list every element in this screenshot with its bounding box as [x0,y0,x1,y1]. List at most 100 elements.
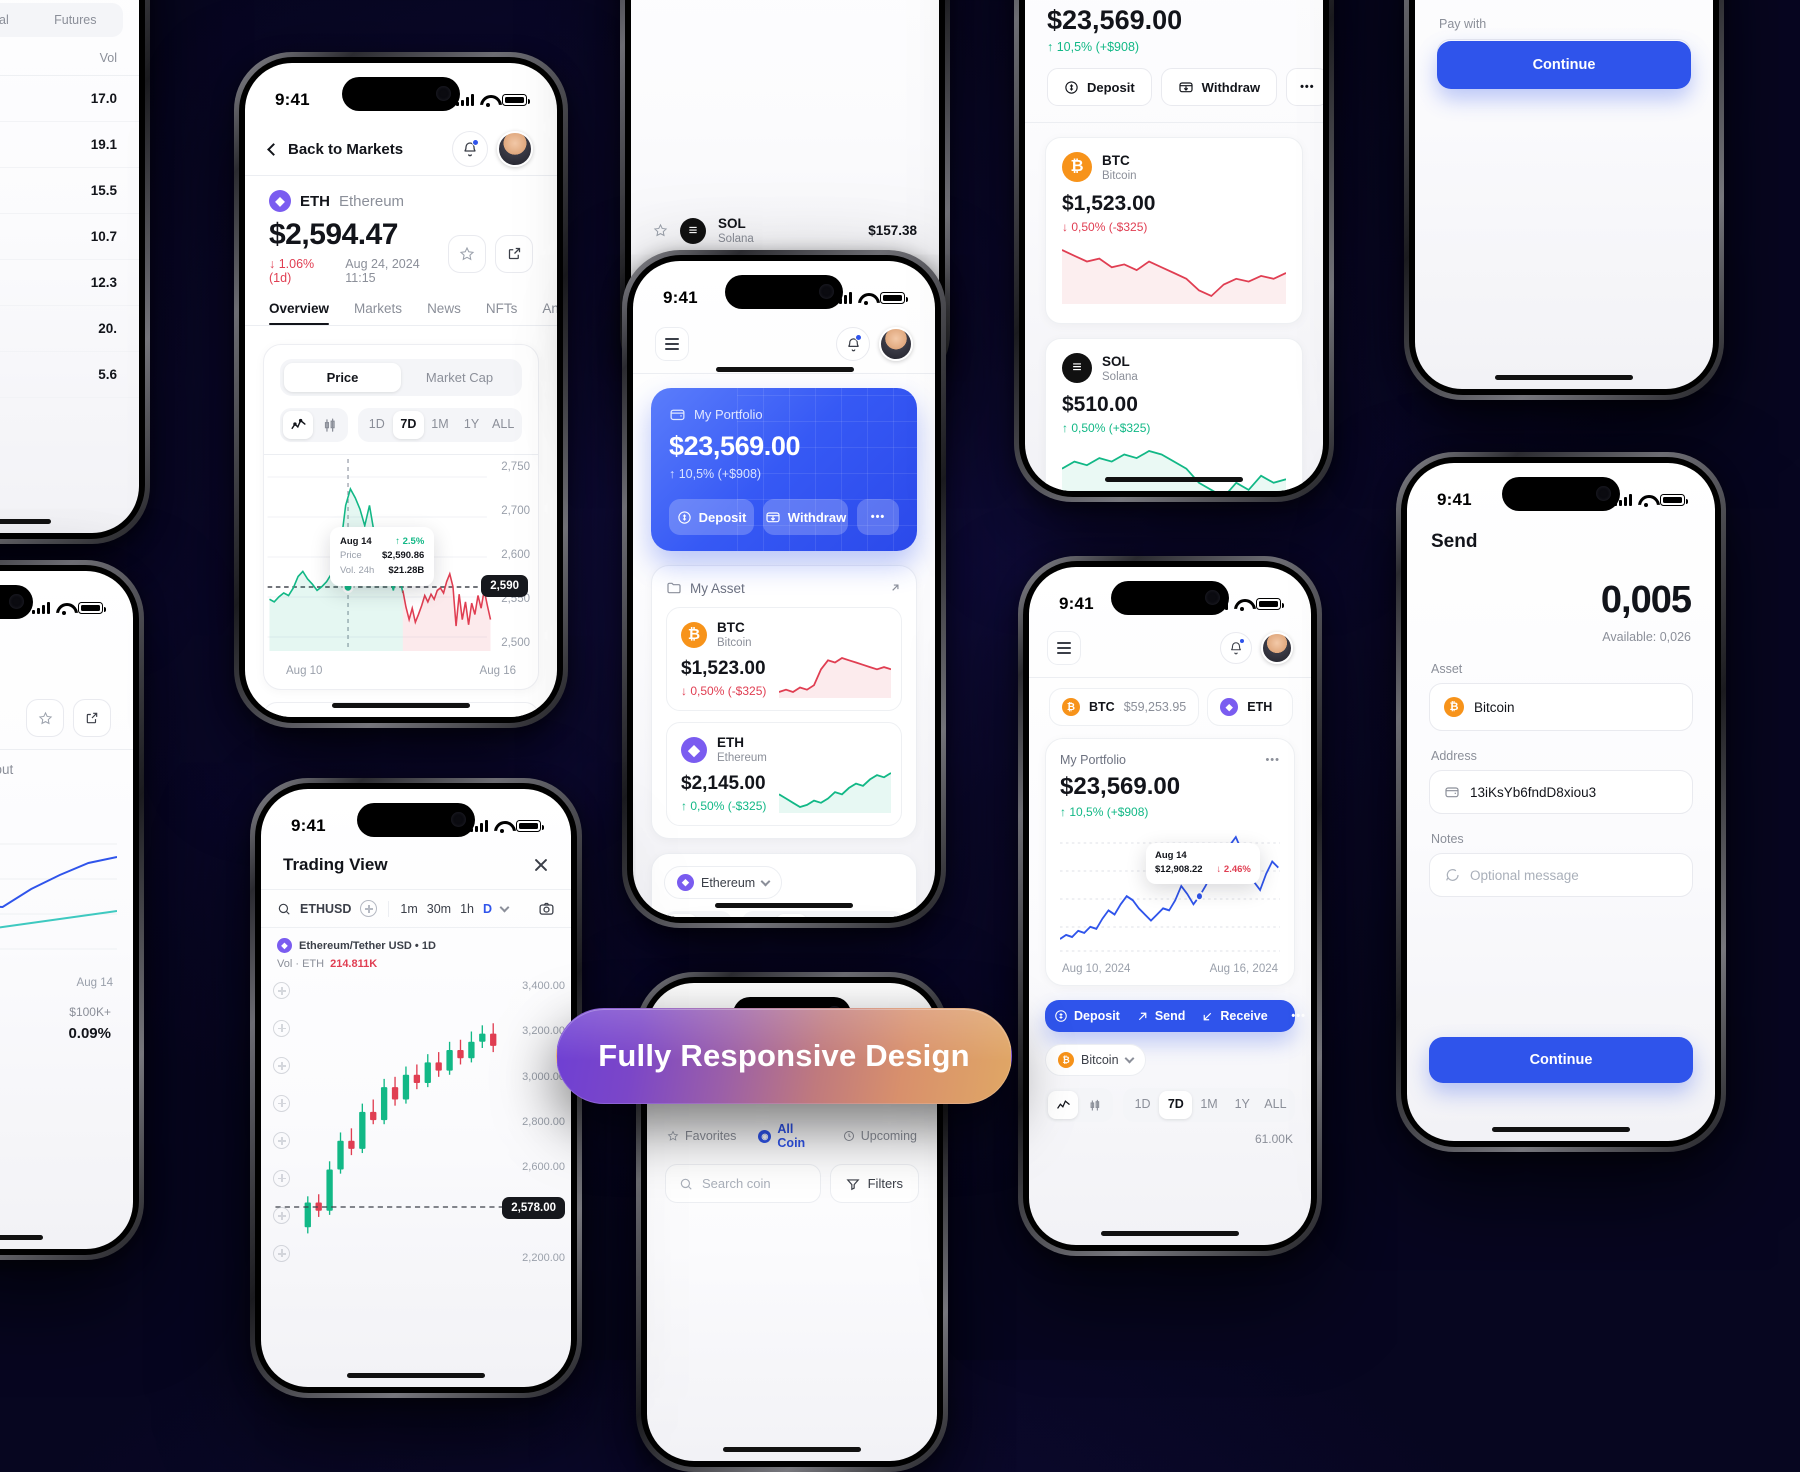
more-button[interactable]: ••• [857,499,899,535]
timeframe-1m[interactable]: 1M [807,914,838,917]
coin-card[interactable]: ₿BTCBitcoin$1,523.00↓ 0,50% (-$325) [1045,137,1303,324]
line-chart-icon[interactable] [283,411,313,439]
timeframe-7d[interactable]: 7D [1159,1091,1192,1119]
segment-futures[interactable]: Futures [31,6,120,34]
filters-button[interactable]: Filters [830,1164,919,1203]
asset-selector[interactable]: ₿ Bitcoin [1045,1044,1146,1076]
interval-d[interactable]: D [483,902,492,916]
timeframe-1y[interactable]: 1Y [456,411,488,439]
receive-button[interactable]: Receive [1201,1009,1267,1023]
add-tool-icon[interactable] [273,982,290,999]
table-row[interactable]: $2,743.225.6 [0,352,139,398]
tab-nfts[interactable]: NFTs [486,301,518,316]
add-tool-icon[interactable] [273,1057,290,1074]
search-icon[interactable] [277,902,291,916]
notifications-button[interactable] [452,131,488,167]
line-chart-icon[interactable] [1048,1091,1078,1119]
timeframe-1y[interactable]: 1Y [839,914,870,917]
tab-all-coin[interactable]: ◉ All Coin [758,1122,820,1150]
expand-icon[interactable] [888,581,902,595]
asset-card[interactable]: ◆ETHEthereum$2,145.00↑ 0,50% (-$325) [666,722,902,826]
close-icon[interactable] [533,857,549,873]
candlestick-chart-icon[interactable] [315,411,345,439]
table-row[interactable]: $2,743.2215.5 [0,168,139,214]
menu-button[interactable] [1047,631,1081,665]
notes-field[interactable]: Optional message [1429,853,1693,897]
more-button[interactable]: ••• [1284,1009,1311,1023]
send-button[interactable]: Send [1136,1009,1186,1023]
symbol-label[interactable]: ETHUSD [300,902,351,916]
menu-button[interactable] [655,327,689,361]
timeframe-all[interactable]: ALL [1259,1091,1292,1119]
withdraw-button[interactable]: Withdraw [1161,68,1277,106]
line-chart-icon[interactable] [667,914,697,917]
avatar[interactable] [497,131,533,167]
timeframe-7d[interactable]: 7D [776,914,807,917]
tab-upcoming[interactable]: Upcoming [843,1122,917,1150]
add-tool-icon[interactable] [273,1170,290,1187]
address-field[interactable]: 13iKsYb6fndD8xiou3 [1429,770,1693,814]
tab-eth[interactable]: ◆ ETH [1207,688,1293,726]
panel-more-button[interactable]: ••• [1265,754,1280,766]
avatar[interactable] [1261,632,1293,664]
share-button[interactable] [73,699,111,737]
back-to-markets-button[interactable]: Back to Markets [269,141,403,158]
table-row[interactable]: $2,743.2220. [0,306,139,352]
segment-price[interactable]: Price [284,363,401,392]
segment-market-cap[interactable]: Market Cap [401,363,518,392]
deposit-button[interactable]: Deposit [669,499,754,535]
tab-overview[interactable]: Overview [269,301,329,316]
timeframe-all[interactable]: ALL [870,914,901,917]
more-button[interactable]: ••• [1286,68,1323,106]
notifications-button[interactable] [836,327,870,361]
tab-btc[interactable]: ₿ BTC $59,253.95 [1049,688,1199,726]
asset-card[interactable]: ₿BTCBitcoin$1,523.00↓ 0,50% (-$325) [666,607,902,711]
tab-about[interactable]: About [0,762,13,777]
notifications-button[interactable] [1220,632,1252,664]
share-button[interactable] [495,235,533,273]
timeframe-1d[interactable]: 1D [361,411,393,439]
interval-30m[interactable]: 30m [427,902,451,916]
add-tool-icon[interactable] [273,1245,290,1262]
timeframe-1y[interactable]: 1Y [1226,1091,1259,1119]
timeframe-1d[interactable]: 1D [1126,1091,1159,1119]
asset-selector[interactable]: ◆ Ethereum [664,866,782,899]
table-row[interactable]: $2,743.2210.7 [0,214,139,260]
candlestick-chart-icon[interactable] [1080,1091,1110,1119]
candlestick-chart-icon[interactable] [699,914,729,917]
favorite-star-button[interactable] [26,699,64,737]
interval-1h[interactable]: 1h [460,902,474,916]
tab-favorites[interactable]: Favorites [667,1122,736,1150]
tab-analytics[interactable]: Analytics [542,301,557,316]
add-tool-icon[interactable] [273,1132,290,1149]
tab-markets[interactable]: Markets [354,301,402,316]
send-amount[interactable]: 0,005 [1407,553,1715,622]
timeframe-7d[interactable]: 7D [393,411,425,439]
add-tool-icon[interactable] [273,1207,290,1224]
tab-news[interactable]: News [427,301,461,316]
segment-perpetual[interactable]: Perpetual [0,6,27,34]
add-symbol-icon[interactable] [360,900,377,917]
add-tool-icon[interactable] [273,1020,290,1037]
star-icon[interactable] [653,223,668,238]
favorite-star-button[interactable] [448,235,486,273]
asset-field[interactable]: ₿ Bitcoin [1429,683,1693,731]
interval-1m[interactable]: 1m [400,902,417,916]
continue-button[interactable]: Continue [1429,1037,1693,1083]
timeframe-1m[interactable]: 1M [424,411,456,439]
continue-button[interactable]: Continue [1437,41,1691,89]
deposit-button[interactable]: Deposit [1047,68,1152,106]
timeframe-all[interactable]: ALL [487,411,519,439]
avatar[interactable] [879,327,913,361]
table-row[interactable]: $2,743.2212.3 [0,260,139,306]
timeframe-1m[interactable]: 1M [1192,1091,1225,1119]
add-tool-icon[interactable] [273,1095,290,1112]
deposit-button[interactable]: Deposit [1054,1009,1120,1023]
table-row[interactable]: $2,743.2217.0 [0,76,139,122]
coin-card[interactable]: ≡SOLSolana$510.00↑ 0,50% (+$325) [1045,338,1303,491]
withdraw-button[interactable]: Withdraw [763,499,848,535]
search-input[interactable]: Search coin [665,1164,821,1203]
table-row[interactable]: $2,743.2219.1 [0,122,139,168]
timeframe-1d[interactable]: 1D [745,914,776,917]
camera-icon[interactable] [538,900,555,917]
